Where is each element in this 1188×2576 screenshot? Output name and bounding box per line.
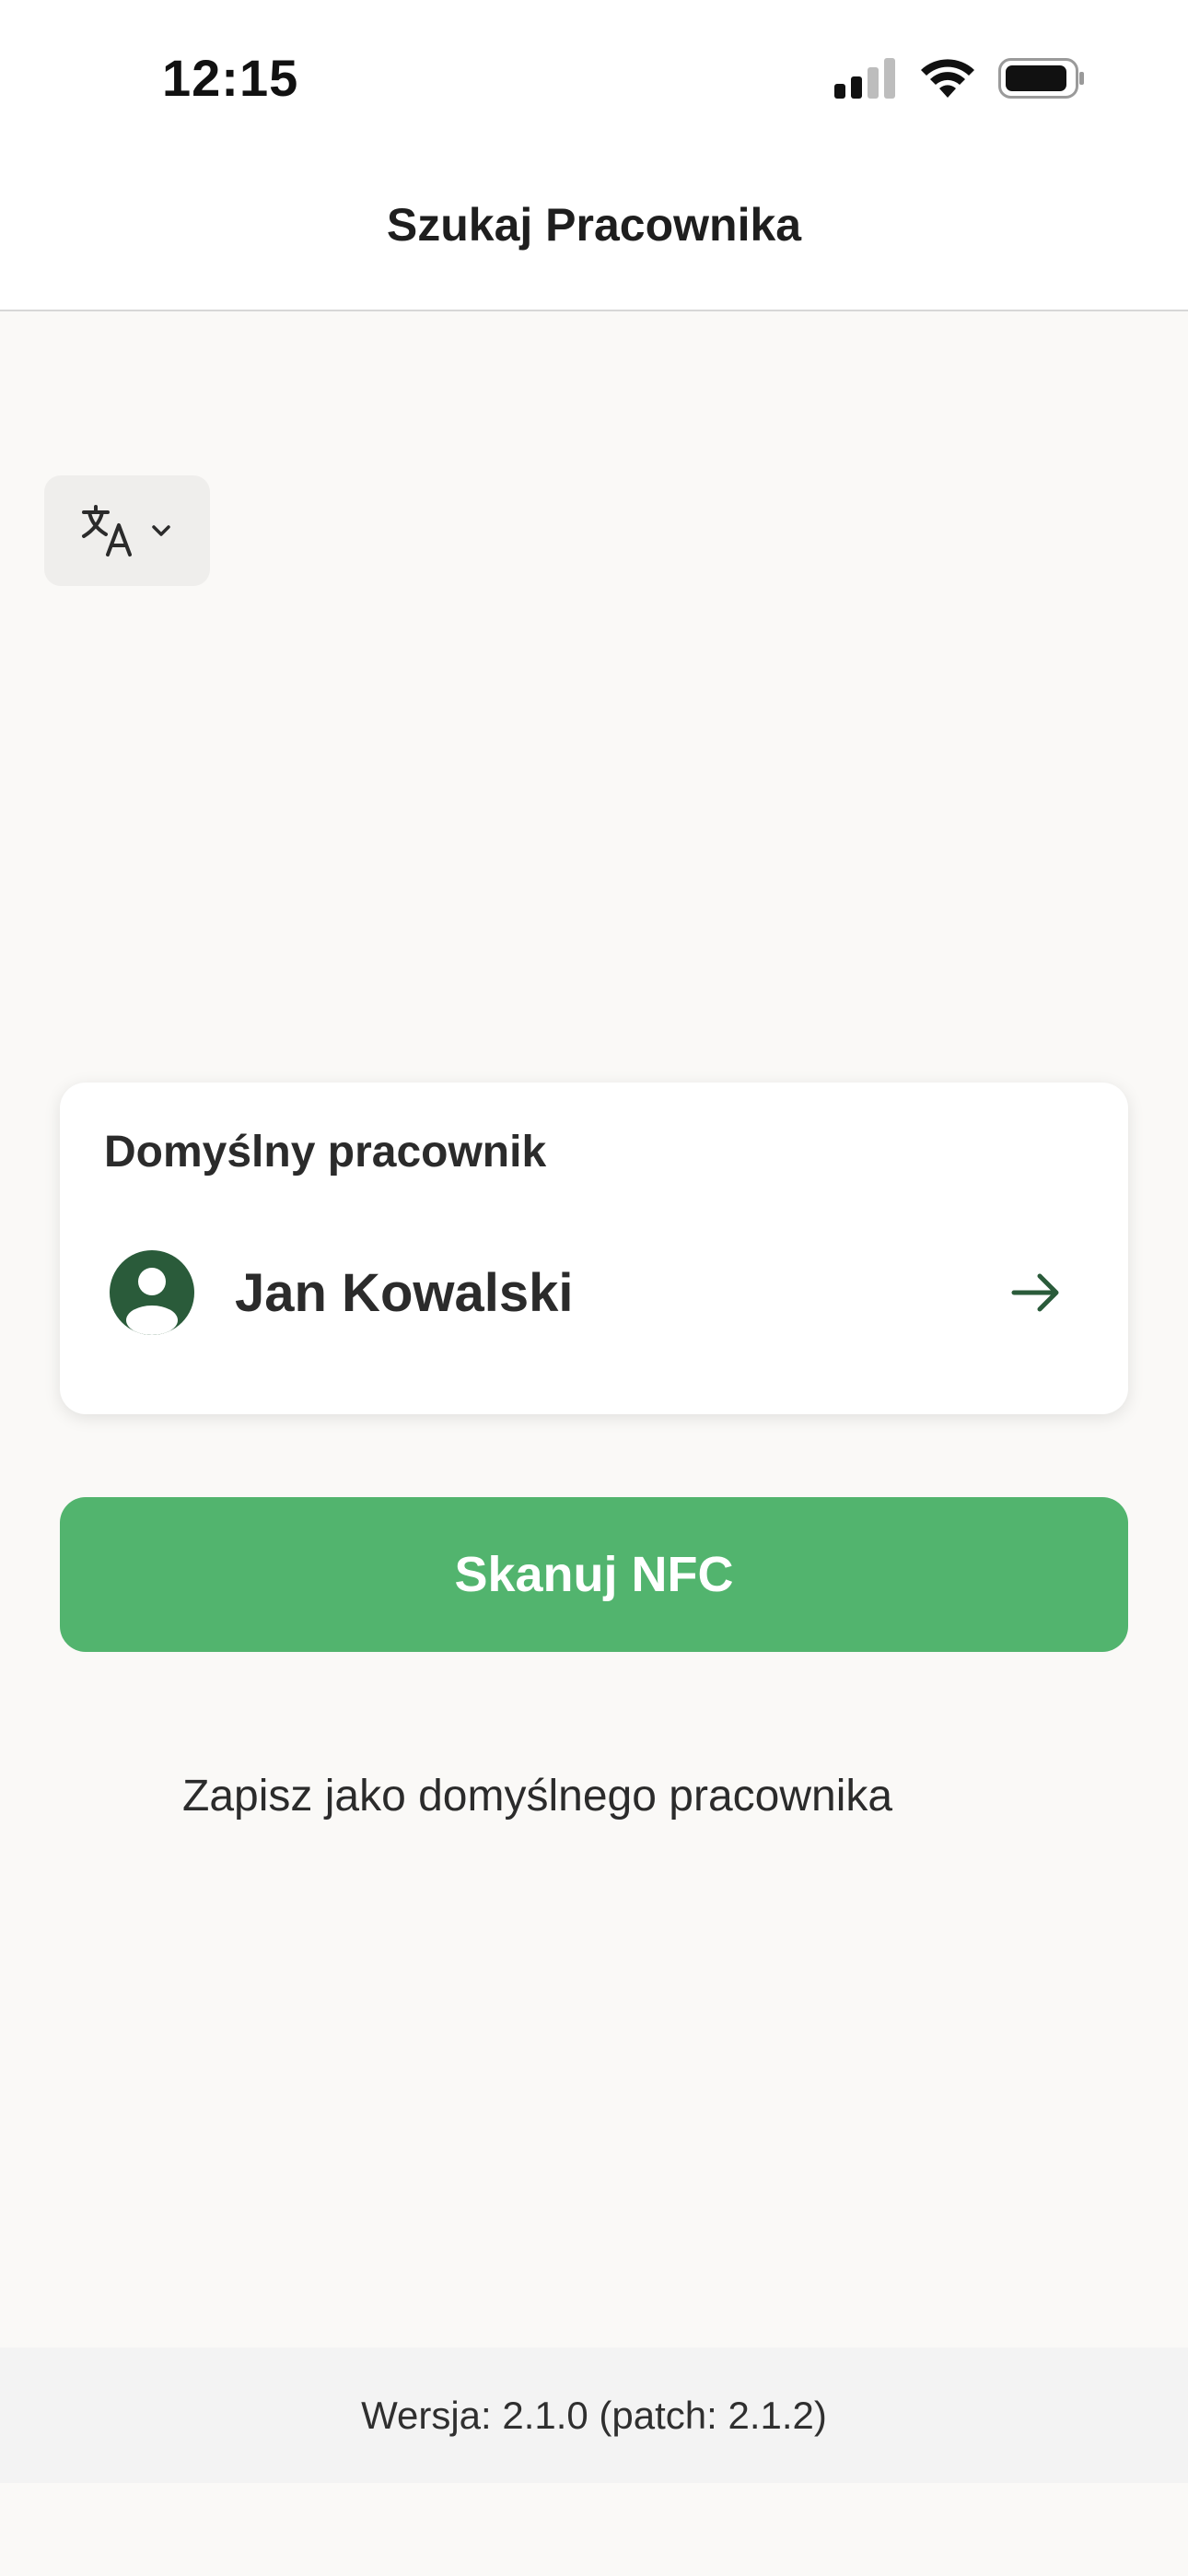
- navigation-bar: Szukaj Pracownika: [0, 161, 1188, 311]
- battery-icon: [998, 58, 1084, 99]
- cellular-signal-icon: [834, 58, 895, 99]
- default-employee-row[interactable]: Jan Kowalski: [110, 1248, 1086, 1337]
- status-icons: [834, 57, 1085, 100]
- arrow-right-icon: [1011, 1273, 1059, 1312]
- default-employee-card: Domyślny pracownik Jan Kowalski: [60, 1083, 1128, 1414]
- wifi-icon: [921, 59, 974, 98]
- employee-name: Jan Kowalski: [235, 1262, 574, 1323]
- page-title: Szukaj Pracownika: [386, 199, 802, 251]
- footer: Wersja: 2.1.0 (patch: 2.1.2): [0, 2348, 1188, 2483]
- version-text: Wersja: 2.1.0 (patch: 2.1.2): [361, 2393, 827, 2437]
- card-title: Domyślny pracownik: [104, 1128, 547, 1177]
- save-as-default-employee-link[interactable]: Zapisz jako domyślnego pracownika: [182, 1771, 892, 1821]
- user-avatar-icon: [110, 1250, 194, 1335]
- scan-nfc-button[interactable]: Skanuj NFC: [60, 1497, 1128, 1652]
- status-time: 12:15: [162, 49, 299, 107]
- app-screen: 12:15 Szukaj Pracownika Domyślny pracown…: [0, 0, 1188, 2576]
- status-bar: 12:15: [0, 0, 1188, 161]
- chevron-down-icon: [152, 525, 170, 536]
- language-selector-button[interactable]: [44, 475, 210, 586]
- translate-icon: [82, 505, 132, 556]
